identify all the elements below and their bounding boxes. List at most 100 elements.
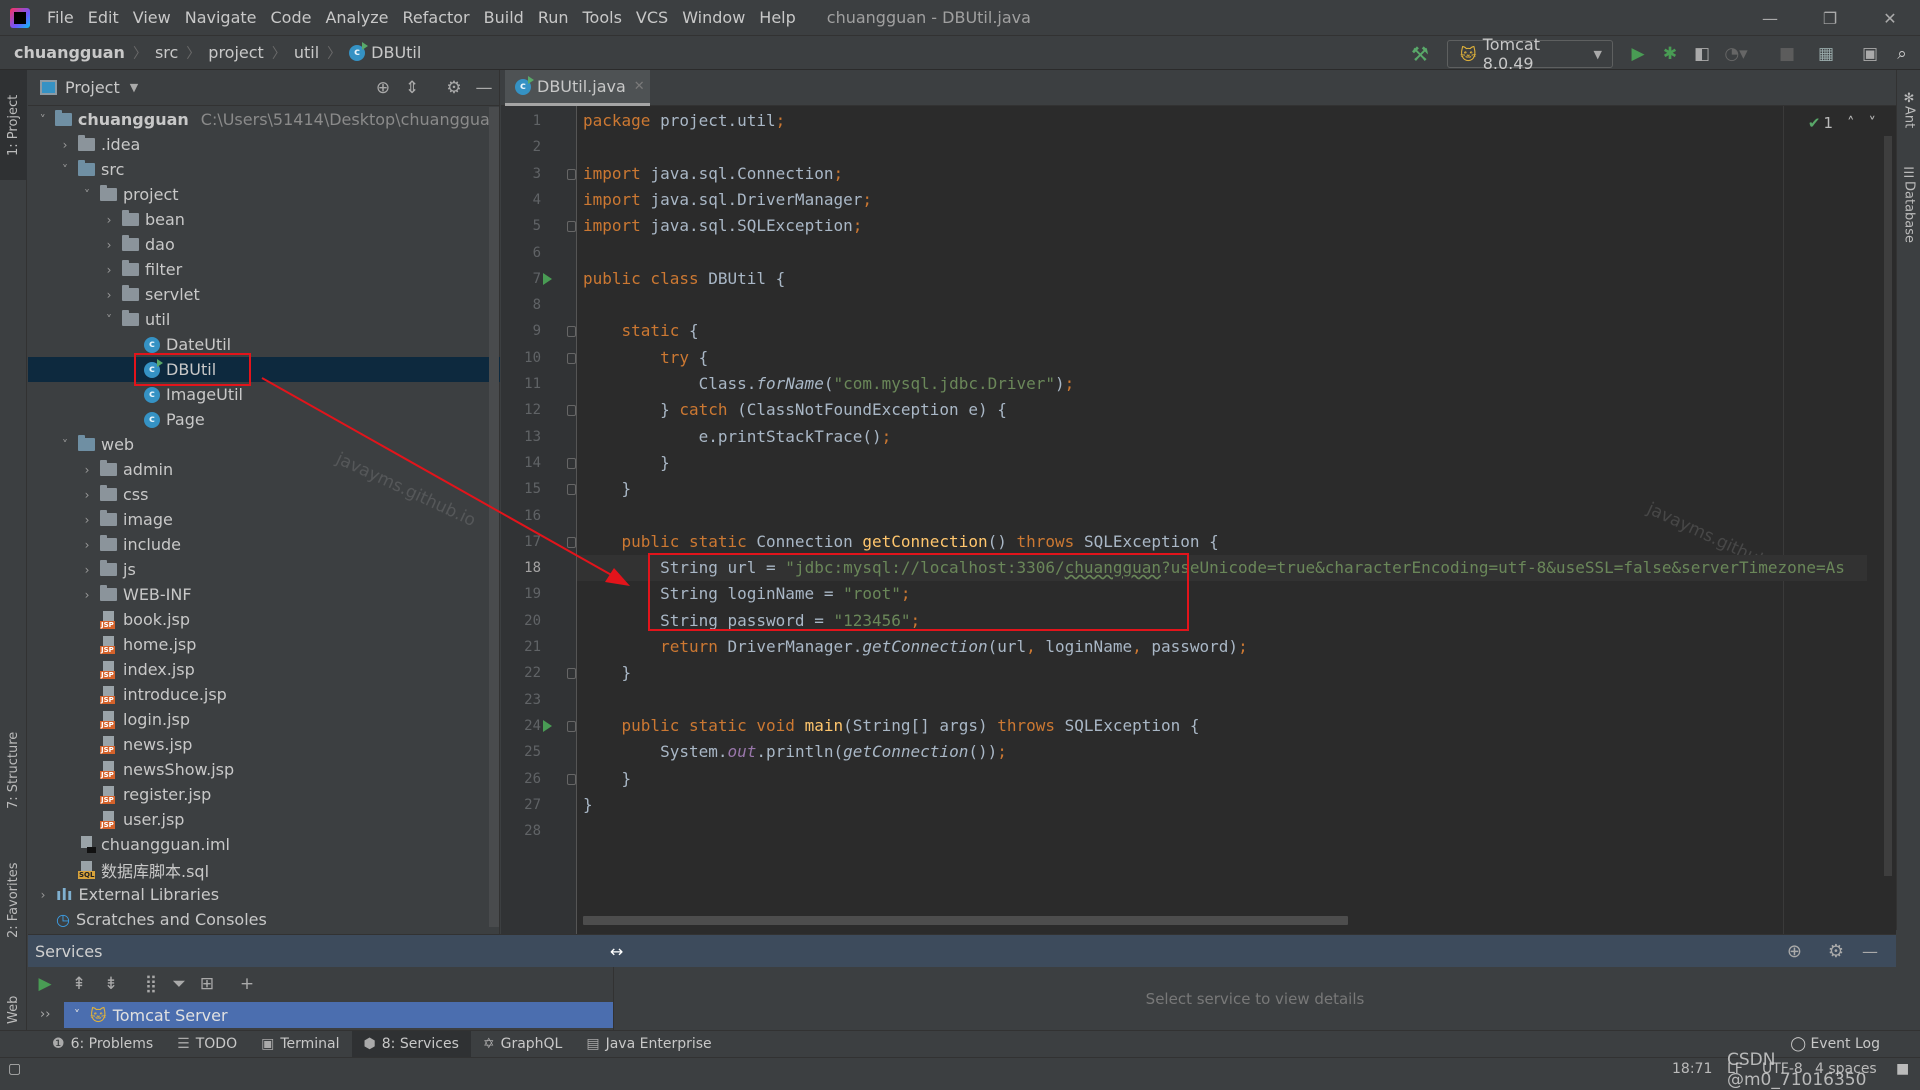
- chevron-right-icon[interactable]: ›: [80, 563, 94, 577]
- tree-item[interactable]: › dao: [28, 232, 500, 257]
- run-gutter-icon[interactable]: [543, 719, 552, 732]
- fold-marker-icon[interactable]: [567, 536, 576, 548]
- chevron-down-icon[interactable]: ˅: [58, 438, 72, 452]
- hammer-icon[interactable]: ⚒: [1406, 40, 1434, 68]
- add-service-icon[interactable]: +: [234, 971, 260, 997]
- tree-item[interactable]: 数据库脚本.sql: [28, 857, 500, 882]
- vertical-scrollbar[interactable]: [1884, 136, 1892, 876]
- chevron-right-icon[interactable]: ›: [36, 888, 50, 902]
- chevron-right-icon[interactable]: ›: [102, 263, 116, 277]
- chevron-down-icon[interactable]: ˅: [58, 163, 72, 177]
- tree-item[interactable]: › include: [28, 532, 500, 557]
- project-structure-icon[interactable]: ▦: [1812, 40, 1840, 68]
- coverage-icon[interactable]: ◧: [1688, 40, 1716, 68]
- breadcrumb-item[interactable]: util: [294, 43, 319, 62]
- tab-graphql[interactable]: ✡ GraphQL: [471, 1031, 575, 1058]
- tree-item[interactable]: newsShow.jsp: [28, 757, 500, 782]
- debug-icon[interactable]: ✱: [1656, 40, 1684, 68]
- tool-tab-structure[interactable]: 7: Structure: [0, 710, 27, 830]
- breadcrumb-item[interactable]: src: [155, 43, 178, 62]
- menu-navigate[interactable]: Navigate: [178, 8, 264, 27]
- tree-item[interactable]: › js: [28, 557, 500, 582]
- chevron-down-icon[interactable]: ▼: [130, 81, 138, 94]
- tree-item[interactable]: › .idea: [28, 132, 500, 157]
- locate-icon[interactable]: ⊕: [1787, 941, 1802, 962]
- tab-javaenterprise[interactable]: ▤ Java Enterprise: [574, 1031, 723, 1058]
- gear-icon[interactable]: ⚙: [444, 78, 464, 98]
- minimize-button[interactable]: —: [1740, 0, 1800, 36]
- tree-item[interactable]: register.jsp: [28, 782, 500, 807]
- tree-item[interactable]: news.jsp: [28, 732, 500, 757]
- inspection-widget[interactable]: ✔ 1 ˄ ˅: [1808, 114, 1876, 132]
- menu-edit[interactable]: Edit: [81, 8, 126, 27]
- fold-marker-icon[interactable]: [567, 405, 576, 417]
- chevron-down-icon[interactable]: ˅: [74, 1008, 80, 1022]
- locate-icon[interactable]: ⊕: [373, 78, 393, 98]
- menu-window[interactable]: Window: [675, 8, 752, 27]
- tree-item[interactable]: › servlet: [28, 282, 500, 307]
- run-gutter-icon[interactable]: [543, 272, 552, 285]
- breadcrumb-item[interactable]: chuangguan: [14, 43, 125, 62]
- collapse-all-icon[interactable]: ⇕: [402, 78, 422, 98]
- search-icon[interactable]: ⌕: [1888, 40, 1916, 68]
- fold-marker-icon[interactable]: [567, 352, 576, 364]
- tree-item[interactable]: login.jsp: [28, 707, 500, 732]
- chevron-right-icon[interactable]: ›: [80, 588, 94, 602]
- tab-dbutil-java[interactable]: c DBUtil.java ✕: [505, 70, 650, 106]
- fold-marker-icon[interactable]: [567, 221, 576, 233]
- fold-marker-icon[interactable]: [567, 773, 576, 785]
- caret-position[interactable]: 18:71: [1672, 1061, 1712, 1077]
- tool-tab-project[interactable]: 1: Project: [0, 70, 27, 180]
- menu-build[interactable]: Build: [477, 8, 531, 27]
- menu-run[interactable]: Run: [531, 8, 576, 27]
- tree-item[interactable]: ˅ web: [28, 432, 500, 457]
- fold-marker-icon[interactable]: [567, 326, 576, 338]
- chevron-up-icon[interactable]: ˄: [1847, 114, 1855, 132]
- filter-icon[interactable]: ⏷: [166, 971, 192, 997]
- chevron-right-icon[interactable]: ›: [80, 538, 94, 552]
- more-icon[interactable]: ››: [40, 1007, 50, 1022]
- horizontal-scrollbar[interactable]: [583, 916, 1348, 925]
- fold-marker-icon[interactable]: [567, 484, 576, 496]
- tree-item[interactable]: › filter: [28, 257, 500, 282]
- chevron-right-icon[interactable]: ›: [102, 288, 116, 302]
- tree-item[interactable]: › WEB-INF: [28, 582, 500, 607]
- tab-services[interactable]: ⬢ 8: Services: [351, 1030, 471, 1058]
- tree-item[interactable]: ˅ src: [28, 157, 500, 182]
- resize-icon[interactable]: ↔: [610, 942, 623, 961]
- menu-tools[interactable]: Tools: [576, 8, 629, 27]
- tree-item[interactable]: introduce.jsp: [28, 682, 500, 707]
- run-icon[interactable]: ▶: [1624, 40, 1652, 68]
- tree-item[interactable]: c DBUtil: [28, 357, 500, 382]
- tool-tab-favorites[interactable]: 2: Favorites: [0, 840, 27, 960]
- tree-item[interactable]: › bean: [28, 207, 500, 232]
- tree-item[interactable]: ˅ chuangguan C:\Users\51414\Desktop\chuang…: [28, 107, 500, 132]
- project-view-select[interactable]: Project: [65, 78, 120, 97]
- hide-icon[interactable]: —: [474, 78, 494, 98]
- chevron-down-icon[interactable]: ˅: [102, 313, 116, 327]
- chevron-down-icon[interactable]: ˅: [80, 188, 94, 202]
- profile-icon[interactable]: ◔▾: [1722, 40, 1750, 68]
- collapse-all-icon[interactable]: ⇟: [98, 971, 124, 997]
- run-icon[interactable]: ▶: [32, 971, 58, 997]
- chevron-right-icon[interactable]: ›: [80, 513, 94, 527]
- chevron-right-icon[interactable]: ›: [58, 138, 72, 152]
- tree-item[interactable]: home.jsp: [28, 632, 500, 657]
- fold-marker-icon[interactable]: [567, 668, 576, 680]
- hide-icon[interactable]: —: [1862, 942, 1878, 961]
- tool-tab-database[interactable]: ☰ Database: [1897, 150, 1920, 260]
- tree-item[interactable]: ˅ util: [28, 307, 500, 332]
- tab-terminal[interactable]: ▣ Terminal: [249, 1031, 351, 1058]
- chevron-right-icon[interactable]: ›: [80, 463, 94, 477]
- close-icon[interactable]: ✕: [634, 79, 645, 94]
- menu-view[interactable]: View: [126, 8, 178, 27]
- chevron-right-icon[interactable]: ›: [80, 488, 94, 502]
- menu-refactor[interactable]: Refactor: [396, 8, 477, 27]
- tree-item[interactable]: user.jsp: [28, 807, 500, 832]
- breadcrumb-item[interactable]: project: [208, 43, 264, 62]
- tree-item[interactable]: index.jsp: [28, 657, 500, 682]
- scrollbar[interactable]: [489, 107, 499, 927]
- close-button[interactable]: ✕: [1860, 0, 1920, 36]
- tree-item[interactable]: ˅ project: [28, 182, 500, 207]
- chevron-down-icon[interactable]: ˅: [1869, 114, 1877, 132]
